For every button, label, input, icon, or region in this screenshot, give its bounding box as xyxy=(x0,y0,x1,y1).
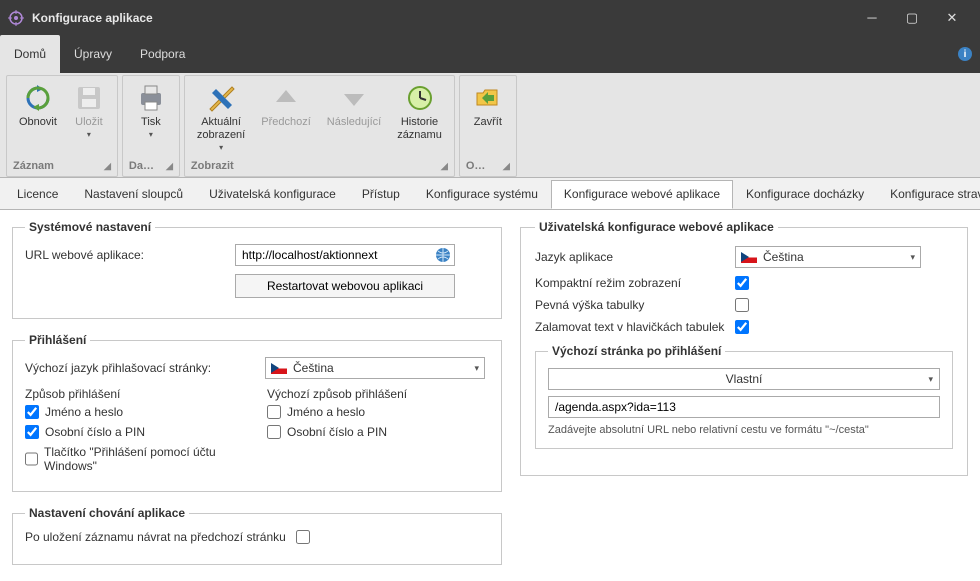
flag-cz-icon xyxy=(271,363,287,374)
group-label-record: Záznam xyxy=(13,160,54,172)
folder-close-icon xyxy=(472,82,504,114)
select-app-lang[interactable]: Čeština ▾ xyxy=(735,246,921,268)
print-button[interactable]: Tisk ▾ xyxy=(127,80,175,158)
ribbon-group-record: Obnovit Uložit ▾ Záznam ◢ xyxy=(6,75,118,177)
rdo-default-pin[interactable]: Osobní číslo a PIN xyxy=(267,425,489,439)
fs-system: Systémové nastavení URL webové aplikace:… xyxy=(12,220,502,319)
globe-icon[interactable] xyxy=(435,247,451,263)
flag-cz-icon xyxy=(741,252,757,263)
arrow-up-icon xyxy=(270,82,302,114)
chevron-down-icon: ▾ xyxy=(149,130,153,139)
current-view-button[interactable]: Aktuální zobrazení ▾ xyxy=(189,80,253,158)
fs-userweb: Uživatelská konfigurace webové aplikace … xyxy=(520,220,968,476)
tab-columns[interactable]: Nastavení sloupců xyxy=(71,180,196,209)
input-start-url[interactable] xyxy=(548,396,940,418)
fs-login: Přihlášení Výchozí jazyk přihlašovací st… xyxy=(12,333,502,492)
chk-windows[interactable]: Tlačítko "Přihlášení pomocí účtu Windows… xyxy=(25,445,247,473)
group-launcher-record[interactable]: ◢ xyxy=(104,161,111,172)
chevron-down-icon: ▾ xyxy=(910,252,915,263)
legend-startpage: Výchozí stránka po přihlášení xyxy=(548,344,725,358)
label-app-lang: Jazyk aplikace xyxy=(535,250,735,264)
legend-behavior: Nastavení chování aplikace xyxy=(25,506,189,520)
ribbon: Obnovit Uložit ▾ Záznam ◢ Tisk ▾ Da… ◢ Akt… xyxy=(0,73,980,178)
menu-edit[interactable]: Úpravy xyxy=(60,35,126,73)
maximize-button[interactable]: ▢ xyxy=(892,0,932,35)
input-web-url[interactable] xyxy=(235,244,455,266)
group-label-data: Da… xyxy=(129,160,154,172)
minimize-button[interactable]: ─ xyxy=(852,0,892,35)
chk-wrap[interactable] xyxy=(735,320,749,334)
chevron-down-icon: ▾ xyxy=(219,143,223,152)
refresh-button[interactable]: Obnovit xyxy=(11,80,65,158)
next-button[interactable]: Následující xyxy=(319,80,389,158)
group-launcher-window[interactable]: ◢ xyxy=(503,161,510,172)
group-label-show: Zobrazit xyxy=(191,160,234,172)
chevron-down-icon: ▾ xyxy=(87,130,91,139)
label-return: Po uložení záznamu návrat na předchozí s… xyxy=(25,530,286,544)
label-wrap: Zalamovat text v hlavičkách tabulek xyxy=(535,320,735,334)
chevron-down-icon: ▾ xyxy=(474,363,479,374)
legend-system: Systémové nastavení xyxy=(25,220,155,234)
group-label-window: O… xyxy=(466,160,486,172)
label-compact: Kompaktní režim zobrazení xyxy=(535,276,735,290)
tabstrip: Licence Nastavení sloupců Uživatelská ko… xyxy=(0,178,980,210)
window-title: Konfigurace aplikace xyxy=(32,11,852,25)
close-button[interactable]: Zavřít xyxy=(464,80,512,158)
ruler-icon xyxy=(205,82,237,114)
save-button[interactable]: Uložit ▾ xyxy=(65,80,113,158)
chk-return[interactable] xyxy=(296,530,310,544)
app-icon xyxy=(8,10,24,26)
ribbon-group-show: Aktuální zobrazení ▾ Předchozí Následují… xyxy=(184,75,455,177)
tab-webconf[interactable]: Konfigurace webové aplikace xyxy=(551,180,733,209)
hint-start-url: Zadávejte absolutní URL nebo relativní c… xyxy=(548,424,940,436)
group-launcher-show[interactable]: ◢ xyxy=(441,161,448,172)
tab-license[interactable]: Licence xyxy=(4,180,71,209)
save-icon xyxy=(73,82,105,114)
arrow-down-icon xyxy=(338,82,370,114)
rdo-default-userpass[interactable]: Jméno a heslo xyxy=(267,405,489,419)
menu-support[interactable]: Podpora xyxy=(126,35,199,73)
ribbon-group-data: Tisk ▾ Da… ◢ xyxy=(122,75,180,177)
prev-button[interactable]: Předchozí xyxy=(253,80,319,158)
chk-userpass[interactable]: Jméno a heslo xyxy=(25,405,247,419)
chk-pin[interactable]: Osobní číslo a PIN xyxy=(25,425,247,439)
legend-login: Přihlášení xyxy=(25,333,90,347)
label-default-method: Výchozí způsob přihlášení xyxy=(267,387,489,401)
tab-catering[interactable]: Konfigurace stravován xyxy=(877,180,980,209)
tab-sysconf[interactable]: Konfigurace systému xyxy=(413,180,551,209)
group-launcher-data[interactable]: ◢ xyxy=(166,161,173,172)
legend-userweb: Uživatelská konfigurace webové aplikace xyxy=(535,220,778,234)
tab-userconf[interactable]: Uživatelská konfigurace xyxy=(196,180,349,209)
printer-icon xyxy=(135,82,167,114)
menubar: Domů Úpravy Podpora i xyxy=(0,35,980,73)
history-icon xyxy=(404,82,436,114)
refresh-icon xyxy=(22,82,54,114)
titlebar: Konfigurace aplikace ─ ▢ ✕ xyxy=(0,0,980,35)
info-icon: i xyxy=(958,47,972,61)
chk-fixed-h[interactable] xyxy=(735,298,749,312)
select-start-mode[interactable]: Vlastní ▾ xyxy=(548,368,940,390)
close-window-button[interactable]: ✕ xyxy=(932,0,972,35)
label-default-lang: Výchozí jazyk přihlašovací stránky: xyxy=(25,361,265,375)
ribbon-group-window: Zavřít O… ◢ xyxy=(459,75,517,177)
label-fixed-h: Pevná výška tabulky xyxy=(535,298,735,312)
fs-startpage: Výchozí stránka po přihlášení Vlastní ▾ … xyxy=(535,344,953,449)
select-login-lang[interactable]: Čeština ▾ xyxy=(265,357,485,379)
chevron-down-icon: ▾ xyxy=(928,374,933,385)
label-login-method: Způsob přihlášení xyxy=(25,387,247,401)
restart-web-button[interactable]: Restartovat webovou aplikaci xyxy=(235,274,455,298)
content: Systémové nastavení URL webové aplikace:… xyxy=(0,210,980,581)
tab-access[interactable]: Přístup xyxy=(349,180,413,209)
fs-behavior: Nastavení chování aplikace Po uložení zá… xyxy=(12,506,502,565)
tab-attendance[interactable]: Konfigurace docházky xyxy=(733,180,877,209)
label-url: URL webové aplikace: xyxy=(25,248,235,262)
menu-home[interactable]: Domů xyxy=(0,35,60,73)
history-button[interactable]: Historie záznamu xyxy=(389,80,450,158)
chk-compact[interactable] xyxy=(735,276,749,290)
help-button[interactable]: i xyxy=(950,35,980,73)
